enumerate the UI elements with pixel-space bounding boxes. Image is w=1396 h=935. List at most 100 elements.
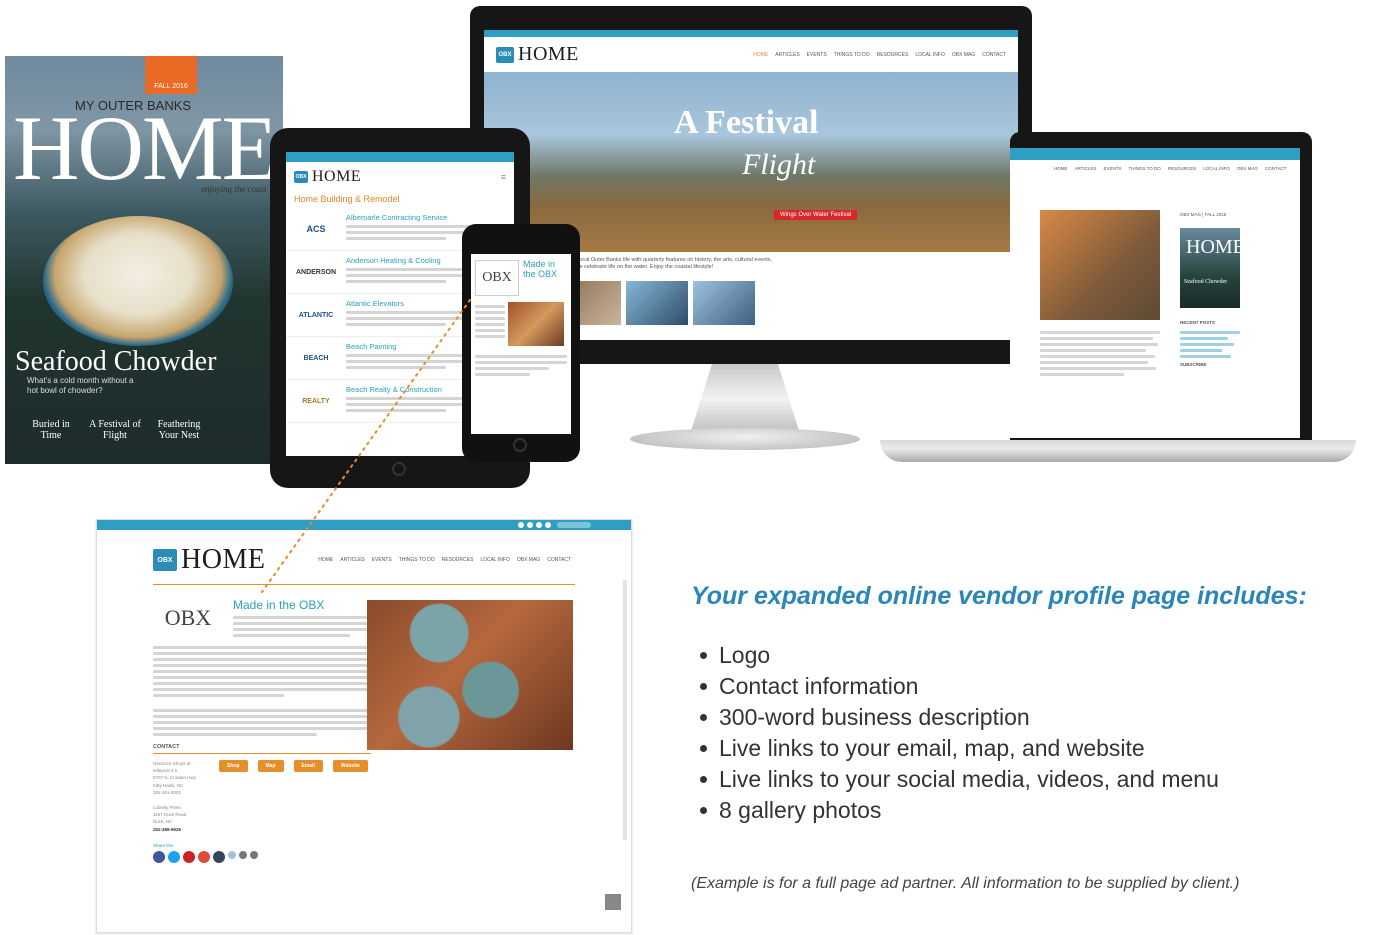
vendor-gallery-photo[interactable] [367,600,573,750]
laptop-issue-label: OBX MAG | FALL 2016 [1180,212,1227,217]
chowder-bowl-image [43,216,233,346]
profile-logo[interactable]: OBX HOME [153,544,265,576]
facebook-icon[interactable] [153,850,165,863]
address-phone[interactable]: 252-261-0001 [153,789,211,796]
nav-item-obx-mag[interactable]: OBX Mag [517,557,540,563]
main-nav: Home Articles Events Things to do Resour… [753,52,1006,58]
nav-item-contact[interactable]: Contact [1265,166,1286,171]
nav-item-local-info[interactable]: Local Info [915,52,945,58]
profile-topbar [97,520,631,530]
contact-heading: CONTACT [153,744,371,754]
laptop-nav: Home Articles Events Things to do Resour… [1010,160,1300,171]
nav-item-articles[interactable]: Articles [1075,166,1097,171]
nav-item-contact[interactable]: Contact [547,557,571,563]
nav-item-events[interactable]: Events [1103,166,1121,171]
logo-word: HOME [181,544,266,575]
feature-text: Live links to your email, map, and websi… [719,735,1145,761]
nav-item-home[interactable]: Home [753,52,768,58]
magazine-cover-title: Seafood Chowder [15,346,217,377]
feature-item: 300-word business description [700,702,1219,733]
logo-mark: OBX [294,171,308,183]
vendor-logo: REALTY [302,397,330,405]
shop-button[interactable]: Shop [219,760,248,772]
nav-item-resources[interactable]: Resources [1168,166,1197,171]
email-button[interactable]: Email [293,760,323,772]
sidebar-magazine-thumb[interactable]: HOME Seafood Chowder [1180,228,1245,308]
logo-word: HOME [312,168,362,185]
nav-item-local-info[interactable]: Local Info [480,557,510,563]
nav-item-events[interactable]: Events [807,52,827,58]
magazine-cover: FALL 2016 MY OUTER BANKS HOME enjoying t… [5,56,283,464]
phone-home-button [513,438,527,452]
monitor-stand-neck [690,364,800,434]
site-logo[interactable]: OBX HOME [496,43,579,66]
vendor-name[interactable]: Beach Painting [346,342,476,351]
google-plus-icon[interactable] [198,850,210,863]
instagram-icon[interactable] [536,522,542,528]
tumblr-icon[interactable] [213,850,225,863]
map-button[interactable]: Map [257,760,284,772]
more-icon[interactable] [228,850,236,859]
phone-screen: OBX Made in the OBX [471,254,571,434]
nav-item-events[interactable]: Events [372,557,392,563]
nav-item-resources[interactable]: Resources [877,52,909,58]
feature-item: Logo [700,640,1219,671]
vendor-name[interactable]: Anderson Heating & Cooling [346,256,476,265]
print-icon[interactable] [239,850,247,859]
logo-mark: OBX [496,46,514,63]
nav-item-articles[interactable]: Articles [340,557,364,563]
directory-section-title: Home Building & Remodel [294,194,400,204]
share-label: Share this [153,842,174,848]
facebook-icon[interactable] [518,522,524,528]
tablet-topbar [286,152,514,162]
mail-icon[interactable] [250,850,258,859]
phone-gallery-photo[interactable] [508,302,564,346]
website-button[interactable]: Website [332,760,368,772]
search-input[interactable] [557,522,591,528]
vendor-logo: ACS [306,224,326,234]
smartphone: OBX Made in the OBX [462,224,580,462]
feature-text: 300-word business description [719,704,1030,730]
share-icons [153,850,371,863]
vendor-logo-obx: OBX [164,605,212,630]
nav-item-obx-mag[interactable]: OBX Mag [1237,166,1258,171]
nav-item-local-info[interactable]: Local Info [1203,166,1230,171]
nav-item-home[interactable]: Home [318,557,333,563]
nav-item-resources[interactable]: Resources [442,557,474,563]
nav-item-things-to-do[interactable]: Things to do [1128,166,1160,171]
feature-list: Logo Contact information 300-word busine… [700,640,1219,826]
twitter-icon[interactable] [527,522,533,528]
monitor-stand-foot [630,428,860,450]
vendor-name[interactable]: Albemarle Contracting Service [346,213,476,222]
menu-icon[interactable]: ≡ [501,172,506,182]
feature-item: 8 gallery photos [700,795,1219,826]
pinterest-icon[interactable] [183,850,195,863]
scrollbar[interactable] [623,580,627,840]
nav-item-contact[interactable]: Contact [982,52,1006,58]
article-card[interactable] [626,281,688,326]
magazine-cover-subtitle: What's a cold month without a hot bowl o… [27,376,134,395]
nav-item-things-to-do[interactable]: Things to do [399,557,435,563]
address-phone[interactable]: 252-489-9626 [153,826,211,833]
magazine-masthead: HOME [13,97,278,199]
nav-item-home[interactable]: Home [1054,166,1068,171]
phone-body [471,302,571,346]
nav-item-articles[interactable]: Articles [775,52,799,58]
article-card[interactable] [693,281,755,326]
sidebar-magazine-title: Seafood Chowder [1184,279,1228,285]
feature-headline: Your expanded online vendor profile page… [691,582,1307,610]
vendor-description [153,646,371,736]
site-topbar [484,30,1018,37]
twitter-icon[interactable] [168,850,180,863]
laptop-base [880,440,1356,462]
pinterest-icon[interactable] [545,522,551,528]
vendor-logo: ANDERSON [295,268,337,276]
tablet-logo[interactable]: OBX HOME [294,168,361,186]
nav-item-obx-mag[interactable]: OBX Mag [952,52,975,58]
feature-text: Logo [719,642,771,668]
vendor-name[interactable]: Beach Realty & Construction [346,385,476,394]
nav-item-things-to-do[interactable]: Things to do [834,52,870,58]
vendor-name[interactable]: Atlantic Elevators [346,299,476,308]
scroll-top-button[interactable] [605,894,621,910]
hero-badge[interactable]: Wings Over Water Festival [774,210,858,220]
